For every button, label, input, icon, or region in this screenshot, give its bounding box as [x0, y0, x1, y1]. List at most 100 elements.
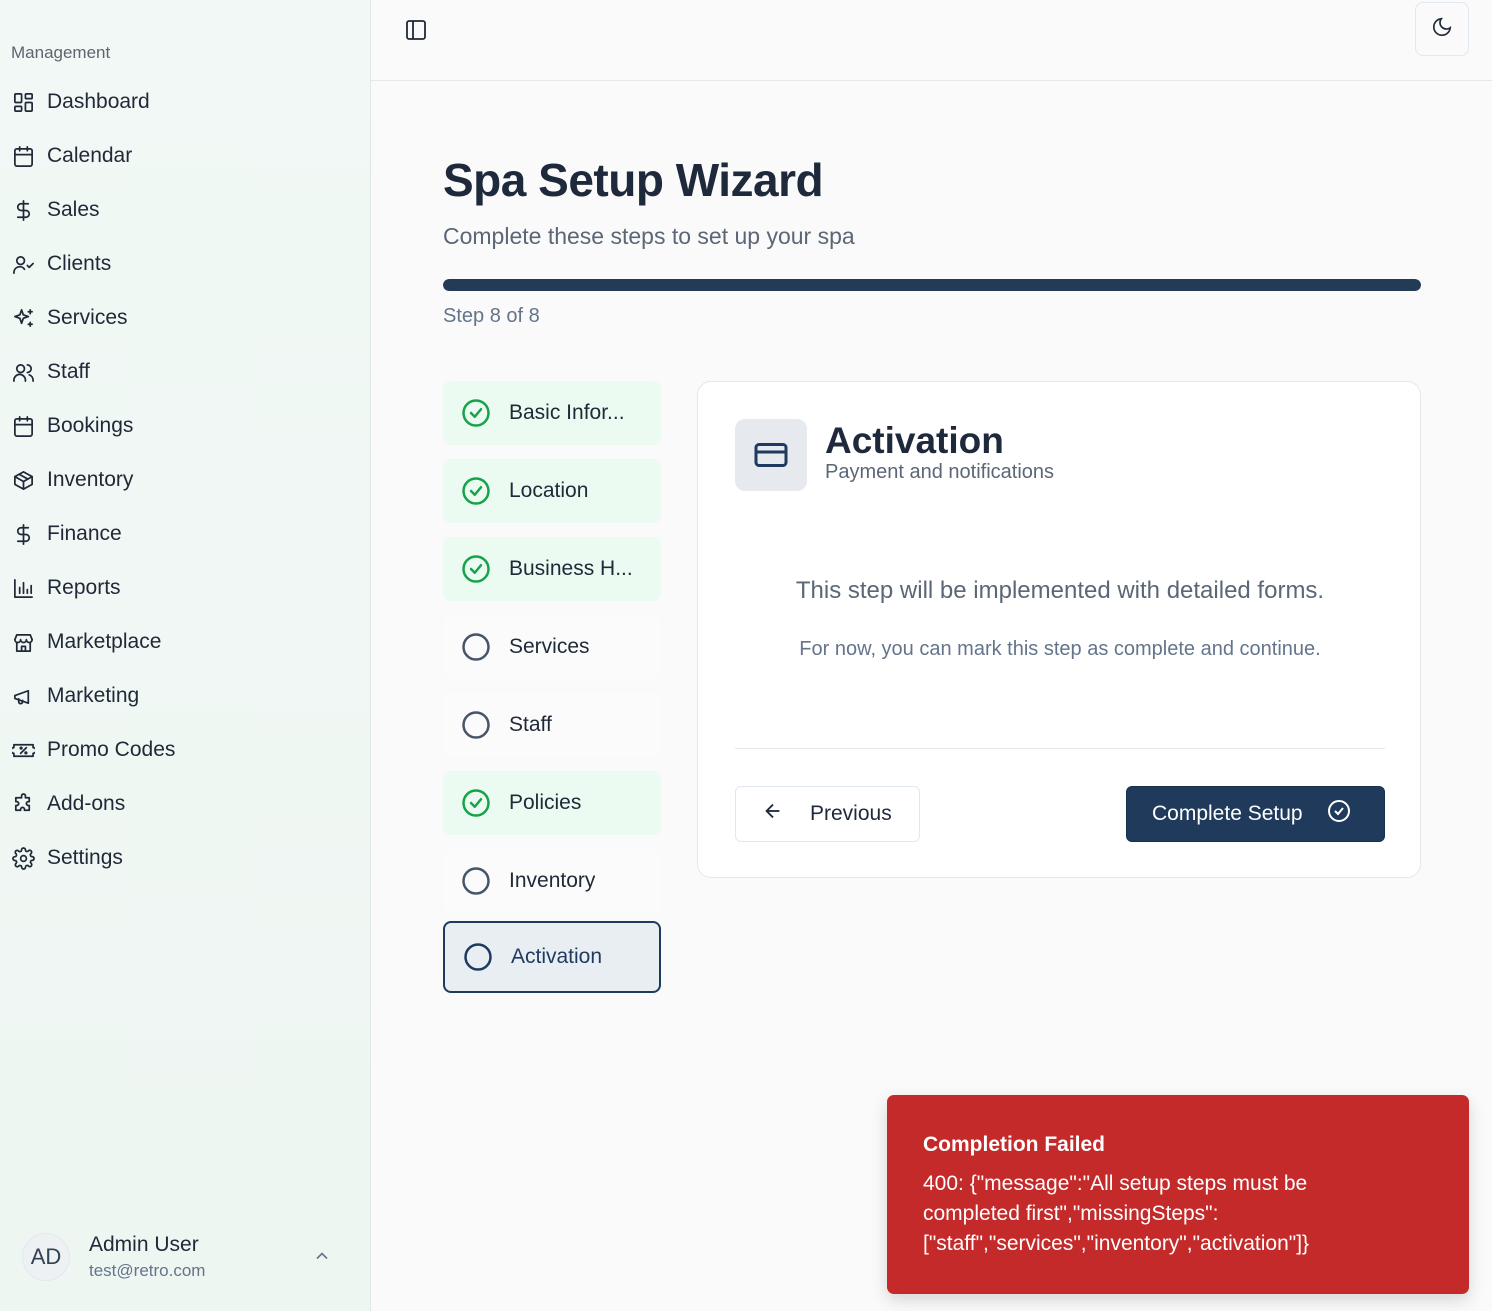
- card-subtitle: Payment and notifications: [825, 461, 1055, 483]
- sidebar-item-label: Inventory: [47, 468, 134, 491]
- sidebar-item-clients[interactable]: Clients: [0, 237, 371, 291]
- progress-fill: [443, 279, 1421, 291]
- circle-icon: [461, 866, 491, 896]
- user-check-icon: [11, 252, 35, 276]
- theme-toggle-button[interactable]: [1415, 2, 1469, 56]
- sidebar-item-dashboard[interactable]: Dashboard: [0, 75, 371, 129]
- card-title: Activation: [825, 420, 1004, 461]
- user-name: Admin User: [89, 1233, 199, 1256]
- step-label: Inventory: [509, 869, 596, 892]
- sidebar-item-label: Calendar: [47, 144, 133, 167]
- complete-setup-button[interactable]: Complete Setup: [1126, 786, 1385, 842]
- step-label: Basic Infor...: [509, 401, 625, 424]
- store-icon: [11, 630, 35, 654]
- calendar-icon: [11, 414, 35, 438]
- progress-bar: [443, 279, 1421, 291]
- ticket-percent-icon: [11, 738, 35, 762]
- step-label: Services: [509, 635, 590, 658]
- sidebar-item-marketing[interactable]: Marketing: [0, 669, 371, 723]
- sidebar-group-label: Management: [11, 43, 111, 62]
- dashboard-icon: [11, 90, 35, 114]
- users-icon: [11, 360, 35, 384]
- panel-left-icon[interactable]: [404, 18, 430, 44]
- puzzle-icon: [11, 792, 35, 816]
- dollar-icon: [11, 522, 35, 546]
- sidebar-item-label: Finance: [47, 522, 122, 545]
- sidebar-item-label: Staff: [47, 360, 90, 383]
- sparkles-icon: [11, 306, 35, 330]
- sidebar-item-label: Services: [47, 306, 128, 329]
- step-inventory[interactable]: Inventory: [443, 849, 661, 913]
- step-basic-info[interactable]: Basic Infor...: [443, 381, 661, 445]
- step-location[interactable]: Location: [443, 459, 661, 523]
- user-email: test@retro.com: [89, 1261, 206, 1280]
- card-note: For now, you can mark this step as compl…: [799, 638, 1321, 660]
- sidebar-item-inventory[interactable]: Inventory: [0, 453, 371, 507]
- user-info: Admin User test@retro.com: [89, 1233, 205, 1281]
- step-business-hours[interactable]: Business H...: [443, 537, 661, 601]
- sidebar-item-bookings[interactable]: Bookings: [0, 399, 371, 453]
- sidebar-item-label: Marketplace: [47, 630, 162, 653]
- page-title: Spa Setup Wizard: [443, 154, 824, 206]
- circle-icon: [463, 942, 493, 972]
- card-message: This step will be implemented with detai…: [795, 577, 1325, 604]
- error-toast[interactable]: Completion Failed 400: {"message":"All s…: [887, 1095, 1469, 1294]
- check-circle-icon: [461, 476, 491, 506]
- package-icon: [11, 468, 35, 492]
- chevron-up-icon[interactable]: [312, 1246, 332, 1266]
- sidebar-item-add-ons[interactable]: Add-ons: [0, 777, 371, 831]
- sidebar-item-services[interactable]: Services: [0, 291, 371, 345]
- step-card: Activation Payment and notifications Thi…: [697, 381, 1421, 878]
- check-circle-icon: [461, 554, 491, 584]
- sidebar-item-settings[interactable]: Settings: [0, 831, 371, 885]
- sidebar: Management Dashboard Calendar Sales Clie…: [0, 0, 371, 1311]
- step-services[interactable]: Services: [443, 615, 661, 679]
- sidebar-item-calendar[interactable]: Calendar: [0, 129, 371, 183]
- step-label: Staff: [509, 713, 552, 736]
- topbar: [371, 0, 1492, 81]
- step-policies[interactable]: Policies: [443, 771, 661, 835]
- circle-icon: [461, 632, 491, 662]
- sidebar-item-reports[interactable]: Reports: [0, 561, 371, 615]
- moon-icon: [1431, 16, 1453, 43]
- sidebar-item-label: Bookings: [47, 414, 134, 437]
- dollar-icon: [11, 198, 35, 222]
- sidebar-item-label: Add-ons: [47, 792, 126, 815]
- user-menu[interactable]: AD Admin User test@retro.com: [22, 1230, 352, 1284]
- sidebar-item-label: Dashboard: [47, 90, 150, 113]
- step-label: Location: [509, 479, 589, 502]
- wizard-steps: Basic Infor... Location Business H... Se…: [443, 381, 661, 1007]
- sidebar-item-label: Sales: [47, 198, 100, 221]
- sidebar-item-staff[interactable]: Staff: [0, 345, 371, 399]
- sidebar-item-promo-codes[interactable]: Promo Codes: [0, 723, 371, 777]
- megaphone-icon: [11, 684, 35, 708]
- step-label: Business H...: [509, 557, 633, 580]
- step-label: Policies: [509, 791, 582, 814]
- sidebar-item-label: Promo Codes: [47, 738, 176, 761]
- toast-title: Completion Failed: [923, 1133, 1106, 1156]
- credit-card-icon: [735, 419, 807, 491]
- toast-message: 400: {"message":"All setup steps must be…: [923, 1172, 1310, 1255]
- check-circle-icon: [461, 398, 491, 428]
- step-staff[interactable]: Staff: [443, 693, 661, 757]
- gear-icon: [11, 846, 35, 870]
- previous-label: Previous: [810, 802, 892, 825]
- sidebar-item-sales[interactable]: Sales: [0, 183, 371, 237]
- bar-chart-icon: [11, 576, 35, 600]
- sidebar-item-label: Marketing: [47, 684, 140, 707]
- sidebar-item-label: Clients: [47, 252, 112, 275]
- sidebar-item-label: Reports: [47, 576, 121, 599]
- check-circle-icon: [461, 788, 491, 818]
- complete-label: Complete Setup: [1152, 802, 1303, 825]
- sidebar-item-label: Settings: [47, 846, 123, 869]
- check-circle-icon: [1303, 799, 1351, 829]
- avatar: AD: [22, 1233, 70, 1281]
- sidebar-item-finance[interactable]: Finance: [0, 507, 371, 561]
- arrow-left-icon: [762, 800, 810, 828]
- sidebar-item-marketplace[interactable]: Marketplace: [0, 615, 371, 669]
- divider: [735, 748, 1385, 749]
- step-activation[interactable]: Activation: [443, 921, 661, 993]
- sidebar-nav: Dashboard Calendar Sales Clients Service…: [0, 75, 371, 885]
- previous-button[interactable]: Previous: [735, 786, 920, 842]
- page-subtitle: Complete these steps to set up your spa: [443, 223, 855, 249]
